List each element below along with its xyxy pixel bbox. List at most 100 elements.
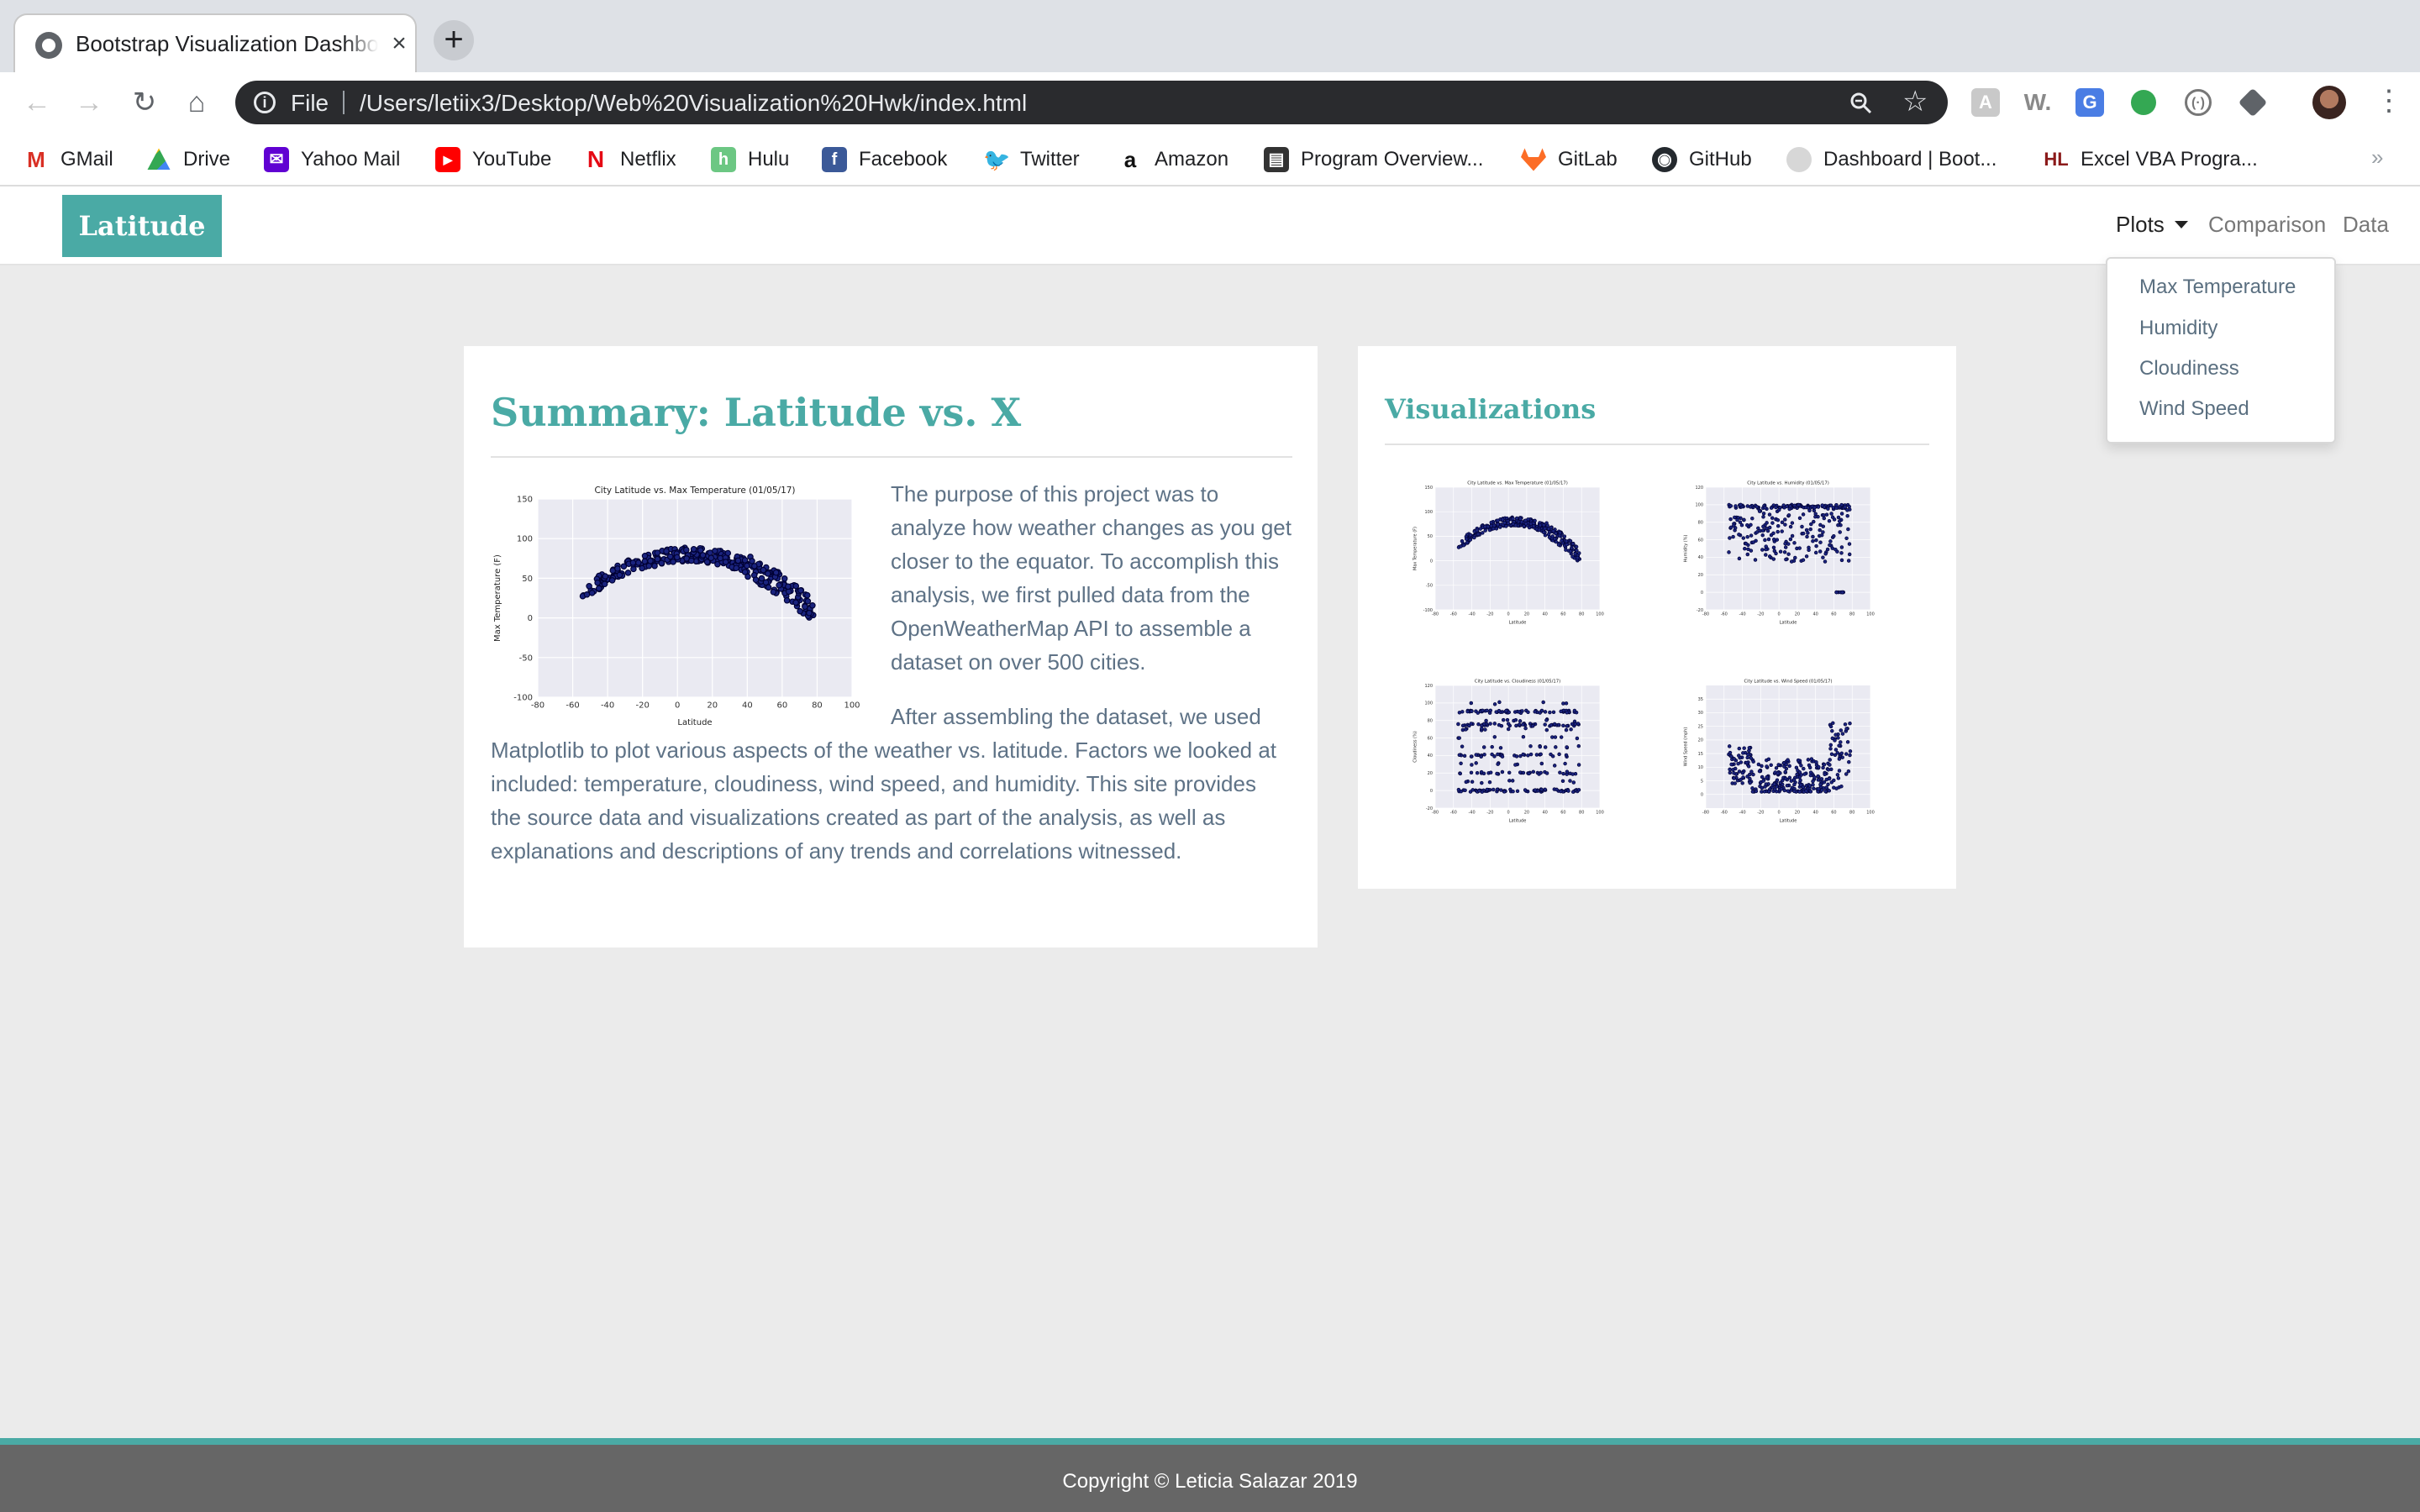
caret-down-icon (2174, 221, 2188, 228)
back-arrow-icon[interactable]: ← (18, 84, 55, 121)
reload-icon[interactable]: ↻ (126, 84, 163, 121)
y-tick-label: 35 (1698, 697, 1703, 702)
scatter-point (1460, 727, 1465, 732)
bookmarks-bar: M GMail Drive ✉ Yahoo Mail ▶ YouTube N Netfl… (0, 133, 2420, 186)
green-dot-extension-icon[interactable] (2131, 90, 2156, 115)
wind-speed-thumbnail[interactable]: -80 -60 -40 -20 0 20 40 60 80 100 0 5 10 15 20 25 30 35 Ci… (1682, 675, 1879, 824)
scatter-point (1828, 763, 1832, 767)
bookmark-twitter[interactable]: 🐦 Twitter (983, 143, 1080, 176)
scatter-point (1568, 549, 1573, 554)
scatter-point (1761, 512, 1766, 516)
forward-arrow-icon[interactable]: → (71, 84, 108, 121)
extension-a-icon[interactable]: A (1971, 88, 2000, 117)
dropdown-item-max-temperature[interactable]: Max Temperature (2139, 276, 2296, 299)
bookmark-label: GitLab (1558, 148, 1618, 171)
scatter-point (1570, 790, 1576, 794)
max-temperature-plot[interactable]: -80 -60 -40 -20 0 20 40 60 80 100 -100 -50 0 50 100 150… (491, 477, 874, 727)
scatter-point (1760, 764, 1764, 769)
scatter-point (1811, 538, 1815, 543)
scatter-point (1530, 724, 1535, 728)
address-bar[interactable]: i File /Users/letiix3/Desktop/Web%20Visu… (235, 81, 1948, 124)
brand-logo[interactable]: Latitude (62, 195, 222, 257)
y-tick-label: 120 (1424, 684, 1433, 689)
scatter-point (707, 549, 713, 556)
cloudiness-thumbnail[interactable]: -80 -60 -40 -20 0 20 40 60 80 100 -20 0 20 40 60 80 100 1… (1412, 675, 1608, 824)
scatter-point (1769, 506, 1774, 510)
bookmark-dashboard[interactable]: Dashboard | Boot... (1786, 143, 1996, 176)
close-icon[interactable]: × (385, 29, 413, 58)
nav-plots-dropdown[interactable]: Plots (2116, 212, 2188, 238)
address-scheme: File (291, 90, 329, 116)
bookmark-github[interactable]: ◉ GitHub (1652, 143, 1752, 176)
profile-avatar[interactable] (2312, 86, 2346, 119)
chart-title: City Latitude vs. Humidity (01/05/17) (1747, 481, 1829, 486)
nav-data[interactable]: Data (2343, 212, 2389, 238)
scatter-point (1774, 505, 1778, 510)
scatter-point (1511, 517, 1515, 521)
scatter-point (1824, 785, 1828, 790)
bookmark-facebook[interactable]: f Facebook (822, 143, 947, 176)
x-tick-label: 100 (1866, 810, 1875, 815)
scatter-point (1541, 700, 1545, 705)
bookmark-amazon[interactable]: a Amazon (1118, 143, 1228, 176)
scatter-point (1556, 543, 1561, 547)
scatter-point (1761, 524, 1765, 529)
dropdown-item-humidity[interactable]: Humidity (2139, 317, 2217, 340)
layers-extension-icon[interactable] (2238, 87, 2268, 118)
scatter-point (1740, 770, 1745, 775)
browser-tab[interactable]: Bootstrap Visualization Dashboard × (13, 13, 417, 72)
dropdown-item-wind-speed[interactable]: Wind Speed (2139, 397, 2249, 421)
scatter-point (1501, 717, 1506, 722)
info-icon[interactable]: i (254, 92, 276, 113)
scatter-point (1568, 538, 1573, 543)
menu-dots-icon[interactable]: ⋮ (2375, 84, 2403, 121)
scatter-point (1462, 753, 1467, 759)
bookmark-yahoo-mail[interactable]: ✉ Yahoo Mail (264, 143, 400, 176)
scatter-point (1490, 744, 1494, 749)
scatter-point (1816, 778, 1821, 782)
zoom-icon[interactable] (1849, 91, 1872, 114)
scatter-point (1848, 721, 1852, 726)
bookmark-youtube[interactable]: ▶ YouTube (435, 143, 551, 176)
scatter-point (1780, 520, 1785, 525)
bookmark-netflix[interactable]: N Netflix (583, 143, 676, 176)
google-translate-icon[interactable]: G (2075, 88, 2104, 117)
scatter-point (1534, 753, 1539, 757)
scatter-point (1795, 772, 1799, 777)
scatter-point (1789, 779, 1794, 783)
scatter-point (1814, 538, 1818, 543)
home-icon[interactable]: ⌂ (178, 84, 215, 121)
bookmark-drive[interactable]: Drive (146, 143, 230, 176)
scatter-point (1743, 546, 1747, 551)
new-tab-button[interactable]: + (434, 20, 474, 60)
scatter-point (1560, 779, 1565, 784)
x-tick-label: -80 (1702, 612, 1709, 617)
scatter-point (1801, 558, 1806, 562)
bookmark-excel-vba[interactable]: HL Excel VBA Progra... (2044, 143, 2258, 176)
bookmark-gitlab[interactable]: GitLab (1521, 143, 1618, 176)
y-tick-label: -100 (513, 694, 533, 703)
scatter-point (654, 549, 661, 556)
nav-comparison[interactable]: Comparison (2208, 212, 2326, 238)
humidity-thumbnail[interactable]: -80 -60 -40 -20 0 20 40 60 80 100 -20 0 20 40 60 80 100 1… (1682, 477, 1879, 626)
scatter-point (1488, 770, 1493, 774)
scatter-point (1495, 787, 1500, 792)
scatter-point (1828, 758, 1832, 762)
bookmark-gmail[interactable]: M GMail (24, 143, 113, 176)
address-url[interactable]: /Users/letiix3/Desktop/Web%20Visualizati… (360, 90, 1027, 117)
scatter-point (666, 553, 674, 560)
bookmark-hulu[interactable]: h Hulu (711, 143, 789, 176)
bracket-extension-icon[interactable]: (·) (2185, 89, 2212, 116)
bookmark-star-icon[interactable]: ☆ (1902, 87, 1928, 117)
bookmark-label: GMail (60, 148, 113, 171)
scatter-point (1561, 723, 1565, 728)
bookmark-program-overview[interactable]: ▤ Program Overview... (1264, 143, 1483, 176)
scatter-point (1848, 753, 1852, 758)
w-extension-icon[interactable]: W. (2023, 88, 2052, 117)
y-tick-label: 60 (1428, 736, 1433, 741)
bookmarks-overflow-icon[interactable]: » (2371, 144, 2383, 171)
max-temperature-thumbnail[interactable]: -80 -60 -40 -20 0 20 40 60 80 100 -100 -50 0 50 100 150… (1412, 477, 1608, 626)
scatter-point (1765, 521, 1769, 525)
dropdown-item-cloudiness[interactable]: Cloudiness (2139, 357, 2239, 381)
scatter-point (1829, 780, 1834, 785)
